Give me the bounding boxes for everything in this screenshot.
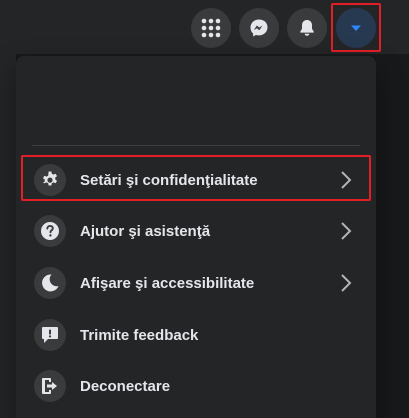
- messenger-button[interactable]: [239, 8, 279, 48]
- menu-item-label: Deconectare: [80, 377, 171, 395]
- left-sidebar-edge: [0, 54, 16, 418]
- feedback-icon: [42, 327, 58, 343]
- chevron-right-icon: [334, 219, 358, 243]
- top-navigation-bar: [0, 0, 409, 54]
- menu-item-display-accessibility[interactable]: Afişare şi accessibilitate: [24, 259, 370, 307]
- chevron-right-icon: [334, 271, 358, 295]
- menu-icon-circle: [34, 319, 66, 351]
- settings-highlight-frame: [21, 155, 371, 201]
- menu-divider: [32, 145, 360, 146]
- menu-item-label: Ajutor şi asistenţă: [80, 222, 211, 240]
- bell-icon: [300, 20, 314, 36]
- menu-item-label: Afişare şi accessibilitate: [80, 274, 255, 292]
- menu-icon-circle: [34, 370, 66, 402]
- question-icon: [41, 222, 59, 240]
- menu-button[interactable]: [191, 8, 231, 48]
- notifications-button[interactable]: [287, 8, 327, 48]
- right-page-edge: [382, 54, 409, 418]
- moon-icon: [42, 274, 59, 292]
- menu-item-label: Trimite feedback: [80, 326, 199, 344]
- grid-menu-icon: [201, 18, 221, 38]
- menu-item-log-out[interactable]: Deconectare: [24, 362, 370, 410]
- logout-icon: [42, 378, 57, 394]
- menu-icon-circle: [34, 215, 66, 247]
- messenger-icon: [250, 19, 268, 37]
- menu-item-help-support[interactable]: Ajutor şi asistenţă: [24, 207, 370, 255]
- menu-item-give-feedback[interactable]: Trimite feedback: [24, 311, 370, 359]
- menu-icon-circle: [34, 267, 66, 299]
- account-highlight-frame: [331, 3, 381, 52]
